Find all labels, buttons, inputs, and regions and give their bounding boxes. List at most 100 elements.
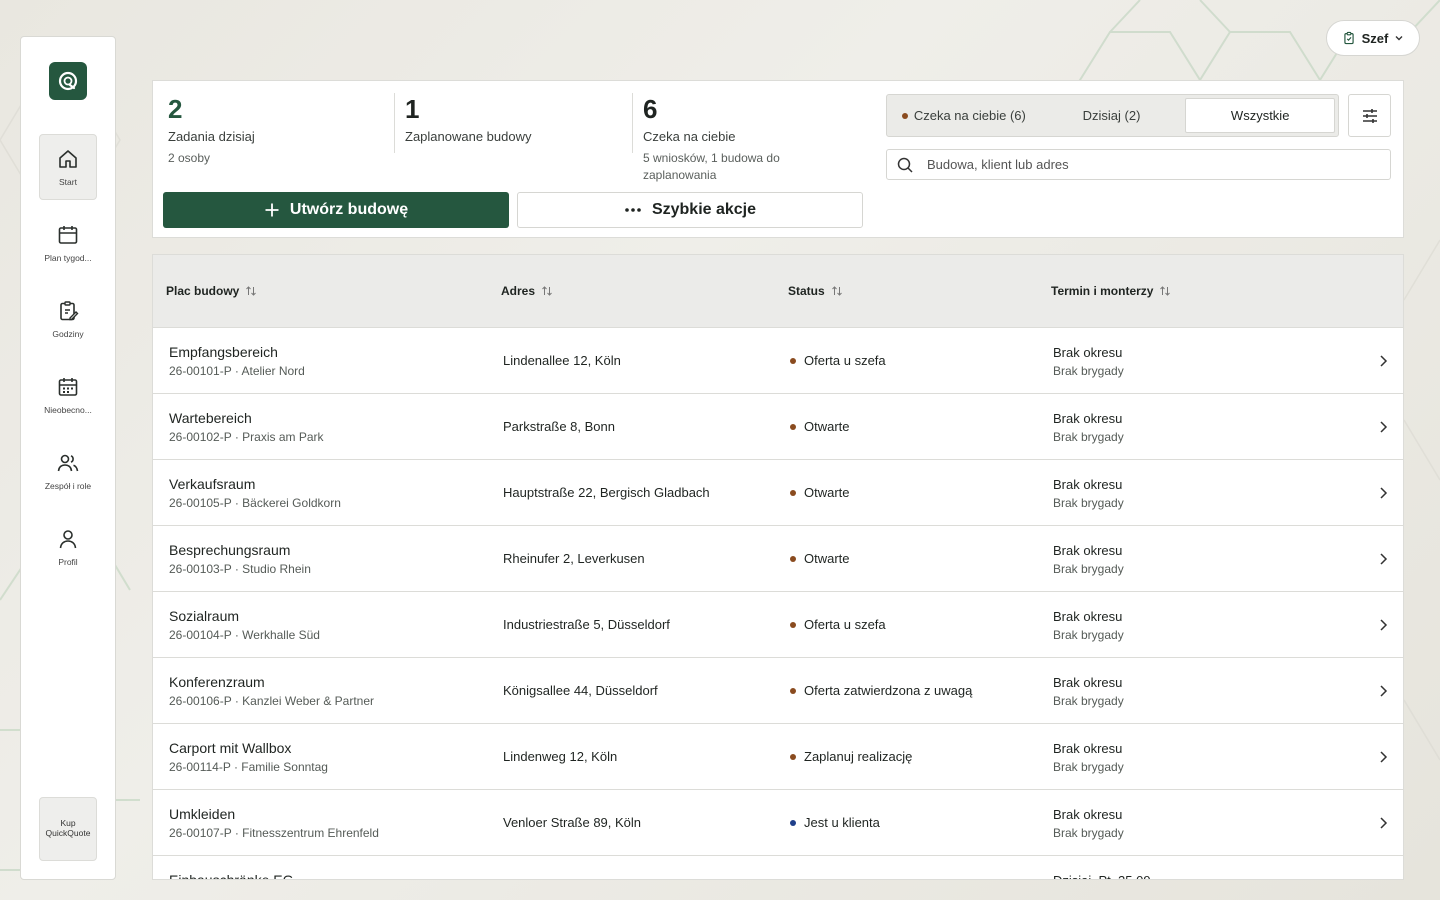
- sort-icon: [246, 286, 257, 296]
- sort-icon: [1160, 286, 1171, 296]
- tab-label: Dzisiaj (2): [1082, 108, 1141, 123]
- home-icon: [59, 150, 77, 168]
- column-header-address[interactable]: Adres: [501, 284, 553, 298]
- search-icon: [897, 157, 913, 173]
- divider: [632, 93, 633, 153]
- status-cell: Jest u klienta: [790, 815, 880, 830]
- table-row[interactable]: Wartebereich 26-00102-P · Praxis am Park P…: [153, 394, 1403, 460]
- site-cell: Empfangsbereich 26-00101-P · Atelier Nord: [169, 344, 305, 378]
- status-dot: [790, 621, 796, 628]
- more-dots-icon: [625, 208, 641, 212]
- role-selector[interactable]: Szef: [1326, 20, 1420, 56]
- search-field[interactable]: [886, 149, 1391, 180]
- column-header-term[interactable]: Termin i monterzy: [1051, 284, 1171, 298]
- table-row[interactable]: Empfangsbereich 26-00101-P · Atelier Nord…: [153, 328, 1403, 394]
- app-logo[interactable]: [49, 62, 87, 100]
- site-code: 26-00103-P · Studio Rhein: [169, 562, 311, 576]
- site-address: Hauptstraße 22, Bergisch Gladbach: [503, 485, 710, 500]
- chevron-right-icon[interactable]: [1375, 683, 1391, 699]
- column-header-site[interactable]: Plac budowy: [166, 284, 257, 298]
- term-crew: Brak brygady: [1053, 562, 1124, 576]
- create-site-button[interactable]: Utwórz budowę: [163, 192, 509, 228]
- chevron-right-icon[interactable]: [1375, 551, 1391, 567]
- overview-card: 2 Zadania dzisiaj 2 osoby 1 Zaplanowane …: [152, 80, 1404, 238]
- sidebar-item-label: Nieobecno...: [44, 405, 92, 415]
- site-name: Carport mit Wallbox: [169, 740, 292, 756]
- site-address: Lindenallee 12, Köln: [503, 353, 621, 368]
- term-cell: Brak okresu Brak brygady: [1053, 675, 1124, 708]
- sidebar-item-profile[interactable]: Profil: [39, 514, 97, 580]
- buy-quickquote-button[interactable]: Kup QuickQuote: [39, 797, 97, 861]
- site-code: 26-00107-P · Fitnesszentrum Ehrenfeld: [169, 826, 379, 840]
- table-row[interactable]: Umkleiden 26-00107-P · Fitnesszentrum Ehr…: [153, 790, 1403, 856]
- tab-label: Czeka na ciebie (6): [913, 108, 1026, 123]
- tab-waiting[interactable]: Czeka na ciebie (6): [890, 98, 1038, 133]
- users-icon: [57, 454, 79, 472]
- column-header-status[interactable]: Status: [788, 284, 843, 298]
- search-input[interactable]: [927, 157, 1367, 172]
- table-row[interactable]: Carport mit Wallbox 26-00114-P · Familie …: [153, 724, 1403, 790]
- table-row[interactable]: Einbauschränke EG Dzisiaj, Pt. 25.09: [153, 856, 1403, 879]
- table-row[interactable]: Konferenzraum 26-00106-P · Kanzlei Weber …: [153, 658, 1403, 724]
- status-dot: [901, 112, 908, 119]
- term-period: Brak okresu: [1053, 345, 1123, 360]
- site-address: Lindenweg 12, Köln: [503, 749, 618, 764]
- sidebar-item-start[interactable]: Start: [39, 134, 97, 200]
- chevron-right-icon[interactable]: [1375, 353, 1391, 369]
- status-dot: [790, 357, 796, 364]
- status-label: Otwarte: [804, 551, 850, 566]
- table-row[interactable]: Verkaufsraum 26-00105-P · Bäckerei Goldko…: [153, 460, 1403, 526]
- site-address: Rheinufer 2, Leverkusen: [503, 551, 645, 566]
- site-address: Industriestraße 5, Düsseldorf: [503, 617, 670, 632]
- stat-waiting[interactable]: 6 Czeka na ciebie 5 wniosków, 1 budowa d…: [643, 93, 843, 184]
- role-label: Szef: [1361, 30, 1389, 46]
- tab-all[interactable]: Wszystkie: [1185, 98, 1336, 133]
- term-cell: Brak okresu Brak brygady: [1053, 345, 1124, 378]
- table-row[interactable]: Besprechungsraum 26-00103-P · Studio Rhei…: [153, 526, 1403, 592]
- status-cell: Otwarte: [790, 419, 850, 434]
- sort-icon: [542, 286, 552, 296]
- sidebar-item-plan[interactable]: Plan tygod...: [39, 210, 97, 276]
- stat-planned-sites[interactable]: 1 Zaplanowane budowy: [405, 93, 531, 144]
- chevron-right-icon[interactable]: [1375, 617, 1391, 633]
- sidebar-item-label: Godziny: [52, 329, 84, 339]
- sidebar-item-hours[interactable]: Godziny: [39, 286, 97, 352]
- sidebar-item-team[interactable]: Zespół i role: [39, 438, 97, 504]
- calendar-icon: [58, 226, 78, 244]
- term-cell: Brak okresu Brak brygady: [1053, 477, 1124, 510]
- site-name: Sozialraum: [169, 608, 240, 624]
- table-row[interactable]: Sozialraum 26-00104-P · Werkhalle Süd Indu…: [153, 592, 1403, 658]
- chevron-down-icon: [1395, 36, 1403, 41]
- status-cell: Oferta u szefa: [790, 353, 886, 368]
- filter-settings-button[interactable]: [1348, 94, 1391, 137]
- chevron-right-icon[interactable]: [1375, 419, 1391, 435]
- term-crew: Brak brygady: [1053, 694, 1124, 708]
- tab-today[interactable]: Dzisiaj (2): [1038, 98, 1186, 133]
- status-label: Otwarte: [804, 485, 850, 500]
- clipboard-edit-icon: [60, 301, 79, 321]
- sliders-icon: [1362, 108, 1377, 123]
- chevron-right-icon[interactable]: [1375, 485, 1391, 501]
- status-cell: Otwarte: [790, 551, 850, 566]
- status-dot: [790, 489, 796, 496]
- term-period: Brak okresu: [1053, 741, 1123, 756]
- stat-sub: 5 wniosków, 1 budowa do zaplanowania: [643, 151, 780, 182]
- stat-tasks-today[interactable]: 2 Zadania dzisiaj 2 osoby: [168, 93, 255, 167]
- tab-label: Wszystkie: [1230, 108, 1290, 123]
- chevron-right-icon[interactable]: [1375, 815, 1391, 831]
- status-label: Zaplanuj realizację: [804, 749, 913, 764]
- term-period: Dzisiaj, Pt. 25.09: [1053, 873, 1151, 879]
- sidebar-item-absences[interactable]: Nieobecno...: [39, 362, 97, 428]
- status-dot: [790, 555, 796, 562]
- chevron-right-icon[interactable]: [1375, 749, 1391, 765]
- term-cell: Brak okresu Brak brygady: [1053, 411, 1124, 444]
- site-name: Verkaufsraum: [169, 476, 256, 492]
- user-icon: [59, 530, 77, 549]
- status-dot: [790, 423, 796, 430]
- term-cell: Brak okresu Brak brygady: [1053, 741, 1124, 774]
- term-crew: Brak brygady: [1053, 826, 1124, 840]
- column-header-label: Termin i monterzy: [1051, 284, 1154, 298]
- quick-actions-button[interactable]: Szybkie akcje: [517, 192, 863, 228]
- site-cell: Besprechungsraum 26-00103-P · Studio Rhei…: [169, 542, 311, 576]
- plus-icon: [265, 203, 279, 217]
